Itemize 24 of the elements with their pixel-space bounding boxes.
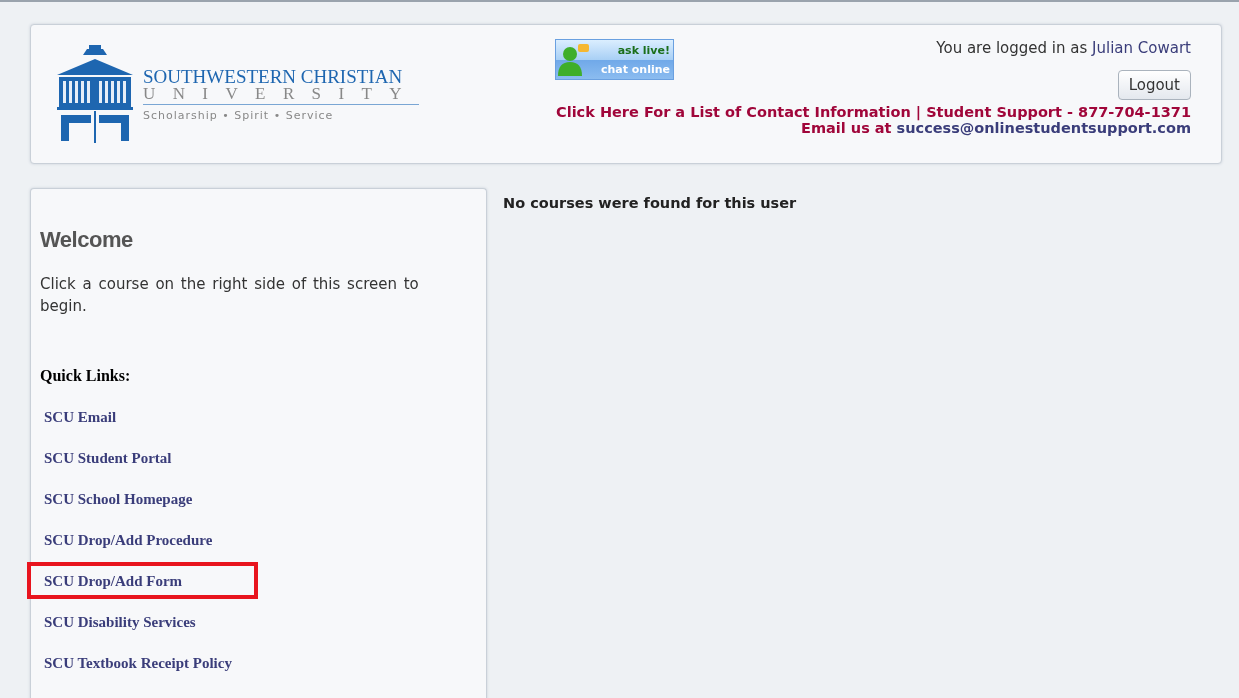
sidebar-title: Welcome <box>40 227 134 253</box>
email-line: Email us at success@onlinestudentsupport.com <box>801 120 1191 136</box>
quick-link[interactable]: SCU Email <box>44 409 117 425</box>
badge-bottom-text: chat online <box>600 62 670 76</box>
university-motto: Scholarship • Spirit • Service <box>143 108 335 122</box>
university-name: SOUTHWESTERN CHRISTIAN <box>143 66 404 86</box>
quick-link[interactable]: SCU Student Portal <box>44 450 172 466</box>
chat-person-icon <box>556 41 592 78</box>
contact-info-link[interactable]: Click Here For a List of Contact Information | Student Support - 877-704-1371 <box>556 104 1191 120</box>
quick-link[interactable]: SCU Drop/Add Procedure <box>44 532 213 548</box>
quick-link[interactable]: SCU Textbook Receipt Policy <box>44 655 232 671</box>
login-status: You are logged in as Julian Cowart <box>936 39 1191 57</box>
quick-link[interactable]: SCU Drop/Add Form <box>44 573 183 589</box>
badge-top-text: ask live! <box>617 43 670 57</box>
logout-button[interactable]: Logout <box>1117 70 1191 100</box>
quick-link[interactable]: SCU School Homepage <box>44 491 193 507</box>
sidebar-intro: Click a course on the right side of this screen to begin. <box>40 274 420 317</box>
quick-links-heading: Quick Links: <box>40 367 132 385</box>
university-subname: UNIVERSITY <box>143 85 419 105</box>
no-courses-message: No courses were found for this user <box>503 194 797 213</box>
university-building-logo-icon <box>55 45 135 143</box>
quick-link[interactable]: SCU Disability Services <box>44 614 196 630</box>
email-link[interactable]: success@onlinestudentsupport.com <box>896 120 1191 136</box>
live-chat-badge[interactable]: ask live! chat online <box>555 39 674 80</box>
